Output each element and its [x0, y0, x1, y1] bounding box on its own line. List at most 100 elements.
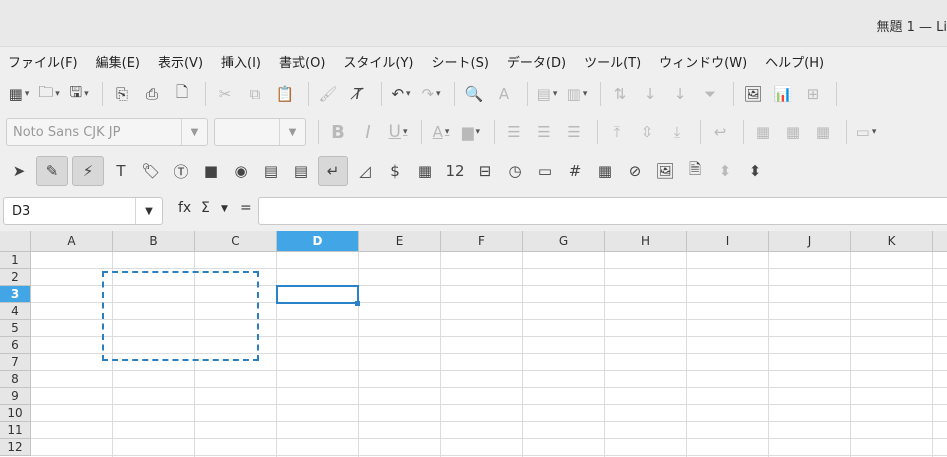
pattern-field-icon[interactable]: # [562, 156, 588, 186]
group-box-icon[interactable]: ▭ [532, 156, 558, 186]
spin-button-icon[interactable]: ⬍ [712, 156, 738, 186]
find-replace-icon[interactable]: 🔍 [461, 79, 487, 109]
align-vcenter-icon[interactable]: ⇳ [634, 117, 660, 147]
menu-styles[interactable]: スタイル(Y) [343, 52, 413, 71]
row-header-4[interactable]: 4 [0, 303, 31, 320]
redo-icon[interactable]: ↷ [418, 79, 444, 109]
menu-insert[interactable]: 挿入(I) [221, 52, 261, 71]
undo-icon[interactable]: ↶ [388, 79, 414, 109]
row-header-1[interactable]: 1 [0, 252, 31, 269]
align-left-icon[interactable]: ☰ [501, 117, 527, 147]
merge-cells-icon[interactable]: ▦ [750, 117, 776, 147]
column-header-c[interactable]: C [195, 231, 277, 252]
sort-ascending-icon[interactable]: ↓ [637, 79, 663, 109]
image-control-icon[interactable]: 🖼 [652, 156, 678, 186]
list-box-icon[interactable]: ▤ [258, 156, 284, 186]
insert-image-icon[interactable]: 🖼 [740, 79, 766, 109]
open-folder-icon[interactable]: 🗀 [36, 79, 62, 109]
date-field-icon[interactable]: ▦ [412, 156, 438, 186]
export-pdf-icon[interactable]: ⎘ [109, 79, 135, 109]
save-icon[interactable]: 🖫 [66, 79, 92, 109]
checkbox-icon[interactable]: ■ [198, 156, 224, 186]
menu-tools[interactable]: ツール(T) [584, 52, 641, 71]
autofill-handle[interactable] [355, 301, 360, 306]
column-icon[interactable]: ▥ [564, 79, 590, 109]
row-header-10[interactable]: 10 [0, 405, 31, 422]
chevron-down-icon[interactable]: ▼ [135, 198, 162, 224]
formatted-field-icon[interactable]: ⊟ [472, 156, 498, 186]
spelling-icon[interactable]: A [491, 79, 517, 109]
row-header-9[interactable]: 9 [0, 388, 31, 405]
currency-field-icon[interactable]: $ [382, 156, 408, 186]
design-mode-icon[interactable]: ✎ [36, 156, 68, 186]
font-color-icon[interactable]: A [428, 117, 454, 147]
clear-formatting-icon[interactable]: T̸ [345, 79, 371, 109]
column-header-k[interactable]: K [851, 231, 933, 252]
sum-icon[interactable]: Σ [201, 200, 210, 216]
print-icon[interactable]: ⎙ [139, 79, 165, 109]
merge-center-icon[interactable]: ▦ [780, 117, 806, 147]
tag-icon[interactable]: 🏷 [138, 156, 164, 186]
align-center-icon[interactable]: ☰ [531, 117, 557, 147]
print-preview-icon[interactable]: 🗋 [169, 79, 195, 109]
numeric-field-icon[interactable]: 12 [442, 156, 468, 186]
row-header-2[interactable]: 2 [0, 269, 31, 286]
row-header-5[interactable]: 5 [0, 320, 31, 337]
insert-pivot-table-icon[interactable]: ⊞ [800, 79, 826, 109]
bold-icon[interactable]: B [325, 117, 351, 147]
column-header-a[interactable]: A [31, 231, 113, 252]
number-format-icon[interactable]: ▭ [853, 117, 879, 147]
clone-formatting-icon[interactable]: 🖌 [315, 79, 341, 109]
file-selection-icon[interactable]: 🗎 [682, 156, 708, 186]
column-header-partial[interactable] [933, 231, 947, 252]
name-box[interactable]: D3 ▼ [3, 197, 163, 225]
formula-icon[interactable]: = [240, 200, 252, 216]
row-header-3[interactable]: 3 [0, 286, 31, 303]
align-right-icon[interactable]: ☰ [561, 117, 587, 147]
menu-format[interactable]: 書式(O) [279, 52, 325, 71]
column-header-e[interactable]: E [359, 231, 441, 252]
column-header-b[interactable]: B [113, 231, 195, 252]
row-header-11[interactable]: 11 [0, 422, 31, 439]
function-wizard-icon[interactable]: fx [178, 200, 191, 216]
wrap-text-icon[interactable]: ↩ [707, 117, 733, 147]
copy-icon[interactable]: ⧉ [242, 79, 268, 109]
unmerge-cells-icon[interactable]: ▦ [810, 117, 836, 147]
column-header-g[interactable]: G [523, 231, 605, 252]
chevron-down-icon[interactable]: ▼ [181, 119, 207, 145]
menu-sheet[interactable]: シート(S) [432, 52, 489, 71]
row-header-7[interactable]: 7 [0, 354, 31, 371]
row-icon[interactable]: ▤ [534, 79, 560, 109]
column-header-i[interactable]: I [687, 231, 769, 252]
column-header-f[interactable]: F [441, 231, 523, 252]
select-pointer-icon[interactable]: ➤ [6, 156, 32, 186]
row-header-12[interactable]: 12 [0, 439, 31, 456]
menu-window[interactable]: ウィンドウ(W) [659, 52, 747, 71]
paste-icon[interactable]: 📋 [272, 79, 298, 109]
image-button-icon[interactable]: ◿ [352, 156, 378, 186]
font-name-box[interactable]: Noto Sans CJK JP ▼ [6, 118, 208, 146]
align-top-icon[interactable]: ⤒ [604, 117, 630, 147]
menu-help[interactable]: ヘルプ(H) [765, 52, 824, 71]
formula-input[interactable] [258, 197, 947, 225]
column-header-h[interactable]: H [605, 231, 687, 252]
italic-icon[interactable]: I [355, 117, 381, 147]
scrollbar-icon[interactable]: ⬍ [742, 156, 768, 186]
time-field-icon[interactable]: ◷ [502, 156, 528, 186]
underline-icon[interactable]: U [385, 117, 411, 147]
cut-icon[interactable]: ✂ [212, 79, 238, 109]
combo-box-icon[interactable]: ▤ [288, 156, 314, 186]
push-button-icon[interactable]: ↵ [318, 156, 348, 186]
autofilter-icon[interactable]: ⏷ [697, 79, 723, 109]
spreadsheet-grid[interactable]: A B C D E F G H I J K 1 2 3 4 5 6 7 8 9 … [0, 231, 947, 457]
text-box-icon[interactable]: Ⓣ [168, 156, 194, 186]
sort-descending-icon[interactable]: ↓ [667, 79, 693, 109]
background-color-icon[interactable]: ▆ [458, 117, 484, 147]
active-cell-d3[interactable] [276, 285, 359, 304]
table-control-icon[interactable]: ▦ [592, 156, 618, 186]
column-header-d[interactable]: D [277, 231, 359, 252]
chevron-down-icon[interactable]: ▼ [279, 119, 305, 145]
font-size-box[interactable]: ▼ [214, 118, 306, 146]
menu-data[interactable]: データ(D) [507, 52, 566, 71]
row-header-6[interactable]: 6 [0, 337, 31, 354]
